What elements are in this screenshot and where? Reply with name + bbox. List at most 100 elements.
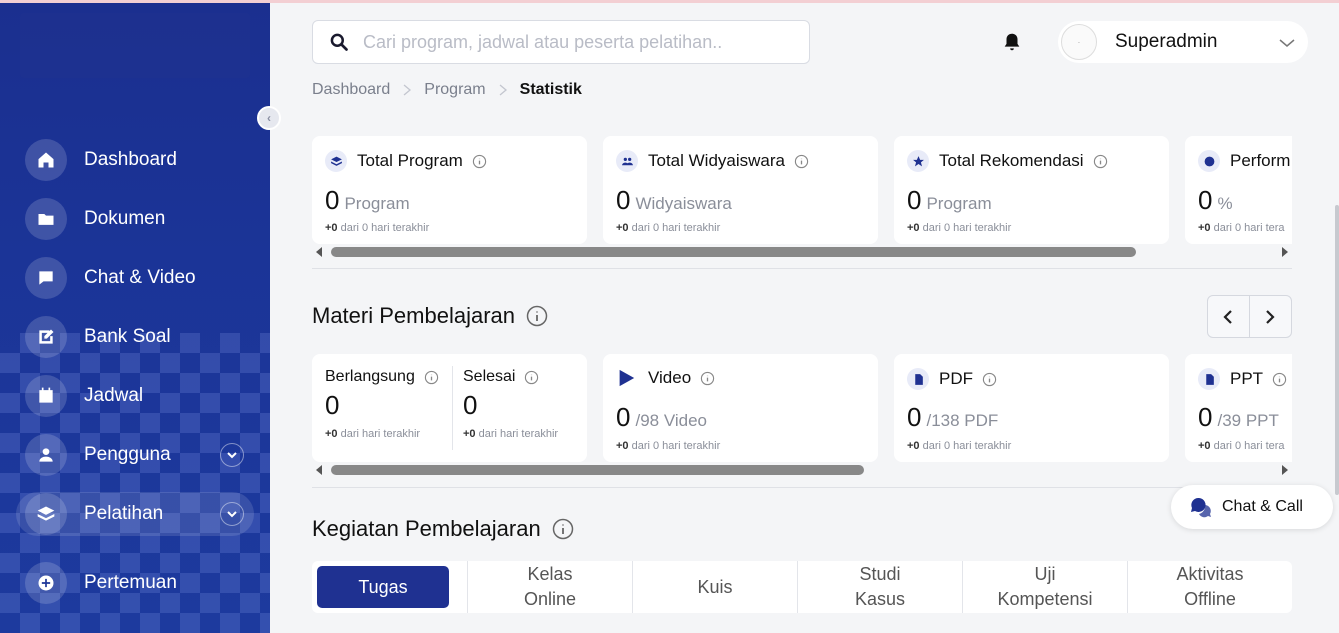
selesai-sub: dari hari terakhir xyxy=(475,428,559,440)
avatar: · xyxy=(1061,24,1097,60)
sidebar-item-pengguna[interactable]: Pengguna xyxy=(16,433,254,477)
sidebar-item-label: Pengguna xyxy=(84,444,171,465)
materi-unit: /138 PDF xyxy=(926,411,999,430)
stat-unit: Program xyxy=(926,194,992,213)
materi-sub: dari 0 hari tera xyxy=(1210,440,1285,452)
chevron-down-icon[interactable] xyxy=(220,443,244,467)
materi-value: 0 xyxy=(1198,402,1213,432)
materi-scrollbar[interactable] xyxy=(316,463,1288,477)
chevron-right-icon xyxy=(499,84,507,96)
sidebar-item-chat-video[interactable]: Chat & Video xyxy=(16,256,254,300)
info-icon[interactable] xyxy=(526,305,548,327)
sidebar-item-label: Pelatihan xyxy=(84,503,164,524)
section-title-kegiatan: Kegiatan Pembelajaran xyxy=(312,516,574,542)
sidebar-item-label: Jadwal xyxy=(84,385,144,406)
breadcrumb: Dashboard Program Statistik xyxy=(312,81,582,99)
user-menu[interactable]: · Superadmin xyxy=(1058,21,1308,63)
sidebar-item-bank-soal[interactable]: Bank Soal xyxy=(16,315,254,359)
info-icon[interactable] xyxy=(982,372,997,387)
materi-card-ppt: PPT 0/39 PPT +0 dari 0 hari tera xyxy=(1185,354,1292,462)
performance-icon xyxy=(1198,150,1220,172)
materi-title: PDF xyxy=(939,369,973,388)
info-icon[interactable] xyxy=(552,518,574,540)
stat-value: 0 xyxy=(907,185,922,215)
scroll-right-arrow[interactable] xyxy=(1282,247,1288,257)
sidebar-item-label: Chat & Video xyxy=(84,267,196,288)
info-icon[interactable] xyxy=(472,154,487,169)
info-icon[interactable] xyxy=(1272,372,1287,387)
info-icon[interactable] xyxy=(524,370,539,385)
sidebar-item-pertemuan[interactable]: Pertemuan xyxy=(16,561,254,605)
sidebar-item-label: Pertemuan xyxy=(84,572,177,593)
stat-sub: dari 0 hari tera xyxy=(1210,222,1285,234)
kegiatan-tabs: Tugas Kelas Online Kuis Studi Kasus Uji … xyxy=(312,561,1292,613)
stat-delta: +0 xyxy=(616,222,629,234)
users-icon xyxy=(25,434,67,476)
user-name: Superadmin xyxy=(1115,31,1218,52)
tab-kuis[interactable]: Kuis xyxy=(632,561,797,613)
tab-tugas[interactable]: Tugas xyxy=(317,566,449,608)
materi-row: Berlangsung 0 +0 dari hari terakhir Sele… xyxy=(312,354,1292,462)
breadcrumb-current: Statistik xyxy=(519,81,582,98)
stats-scrollbar[interactable] xyxy=(316,245,1288,259)
chevron-down-icon[interactable] xyxy=(220,502,244,526)
section-title-materi: Materi Pembelajaran xyxy=(312,303,548,329)
sidebar-item-dokumen[interactable]: Dokumen xyxy=(16,197,254,241)
tab-kelas-online[interactable]: Kelas Online xyxy=(467,561,632,613)
stat-delta: +0 xyxy=(1198,222,1211,234)
stat-unit: Program xyxy=(344,194,410,213)
breadcrumb-item[interactable]: Program xyxy=(424,81,485,99)
info-icon[interactable] xyxy=(700,371,715,386)
info-icon[interactable] xyxy=(424,370,439,385)
prev-button[interactable] xyxy=(1208,296,1250,337)
scrollbar-thumb[interactable] xyxy=(331,247,1136,257)
info-icon[interactable] xyxy=(794,154,809,169)
chevron-down-icon[interactable] xyxy=(1278,34,1296,52)
stat-delta: +0 xyxy=(325,222,338,234)
scroll-left-arrow[interactable] xyxy=(316,465,322,475)
stat-card: Total Program 0 Program +0 dari 0 hari te… xyxy=(312,136,587,244)
materi-card-video: Video 0/98 Video +0 dari 0 hari terakhir xyxy=(603,354,878,462)
materi-delta: +0 xyxy=(907,440,920,452)
tab-aktivitas-offline[interactable]: Aktivitas Offline xyxy=(1127,561,1292,613)
chevron-right-icon xyxy=(1266,309,1275,324)
sidebar-item-dashboard[interactable]: Dashboard xyxy=(16,138,254,182)
selesai-label: Selesai xyxy=(463,368,516,385)
stack-icon xyxy=(325,150,347,172)
layers-icon xyxy=(25,493,67,535)
stat-unit: % xyxy=(1217,194,1233,213)
sidebar-item-pelatihan[interactable]: Pelatihan xyxy=(16,492,254,536)
sidebar-item-label: Dashboard xyxy=(84,149,177,170)
materi-unit: /98 Video xyxy=(635,411,707,430)
materi-value: 0 xyxy=(907,402,922,432)
stat-sub: dari 0 hari terakhir xyxy=(337,222,430,234)
stat-card: Perform 0% +0 dari 0 hari tera xyxy=(1185,136,1292,244)
selesai-delta: +0 xyxy=(463,428,476,440)
page-scrollbar[interactable] xyxy=(1335,205,1339,495)
sidebar-item-label: Bank Soal xyxy=(84,326,171,347)
chat-call-button[interactable]: Chat & Call xyxy=(1171,485,1333,529)
sidebar-collapse-button[interactable]: ‹ xyxy=(257,106,281,130)
stat-title: Total Program xyxy=(357,151,463,170)
stat-value: 0 xyxy=(1198,185,1213,215)
berlangsung-delta: +0 xyxy=(325,428,338,440)
scroll-right-arrow[interactable] xyxy=(1282,465,1288,475)
tab-studi-kasus[interactable]: Studi Kasus xyxy=(797,561,962,613)
bell-icon[interactable] xyxy=(1001,31,1023,53)
berlangsung-sub: dari hari terakhir xyxy=(337,428,421,440)
search-bar[interactable] xyxy=(312,20,810,64)
calendar-icon xyxy=(25,375,67,417)
divider xyxy=(312,487,1292,488)
stat-unit: Widyaiswara xyxy=(635,194,732,213)
scrollbar-thumb[interactable] xyxy=(331,465,864,475)
search-icon xyxy=(330,33,348,51)
tab-uji-kompetensi[interactable]: Uji Kompetensi xyxy=(962,561,1127,613)
breadcrumb-item[interactable]: Dashboard xyxy=(312,81,390,99)
sidebar-item-jadwal[interactable]: Jadwal xyxy=(16,374,254,418)
next-button[interactable] xyxy=(1250,296,1292,337)
users-icon xyxy=(616,150,638,172)
info-icon[interactable] xyxy=(1093,154,1108,169)
search-input[interactable] xyxy=(363,31,783,53)
stats-row: Total Program 0 Program +0 dari 0 hari te… xyxy=(312,136,1292,244)
scroll-left-arrow[interactable] xyxy=(316,247,322,257)
